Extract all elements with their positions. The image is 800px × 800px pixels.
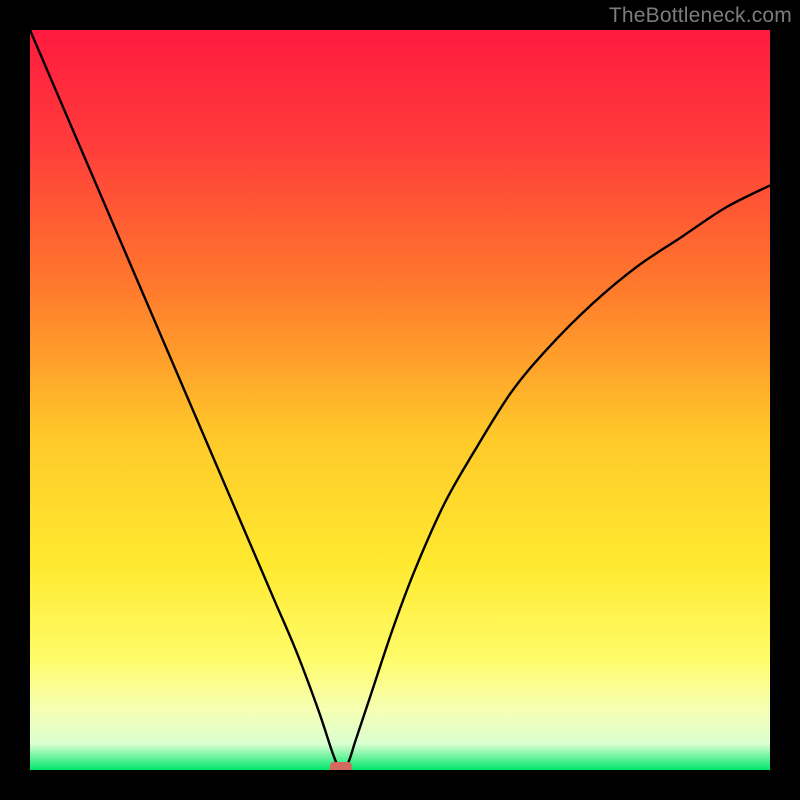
minimum-marker xyxy=(330,762,352,770)
chart-frame: { "attribution": "TheBottleneck.com", "c… xyxy=(0,0,800,800)
gradient-background xyxy=(30,30,770,770)
plot-area xyxy=(30,30,770,770)
chart-svg xyxy=(30,30,770,770)
attribution-text: TheBottleneck.com xyxy=(609,4,792,28)
